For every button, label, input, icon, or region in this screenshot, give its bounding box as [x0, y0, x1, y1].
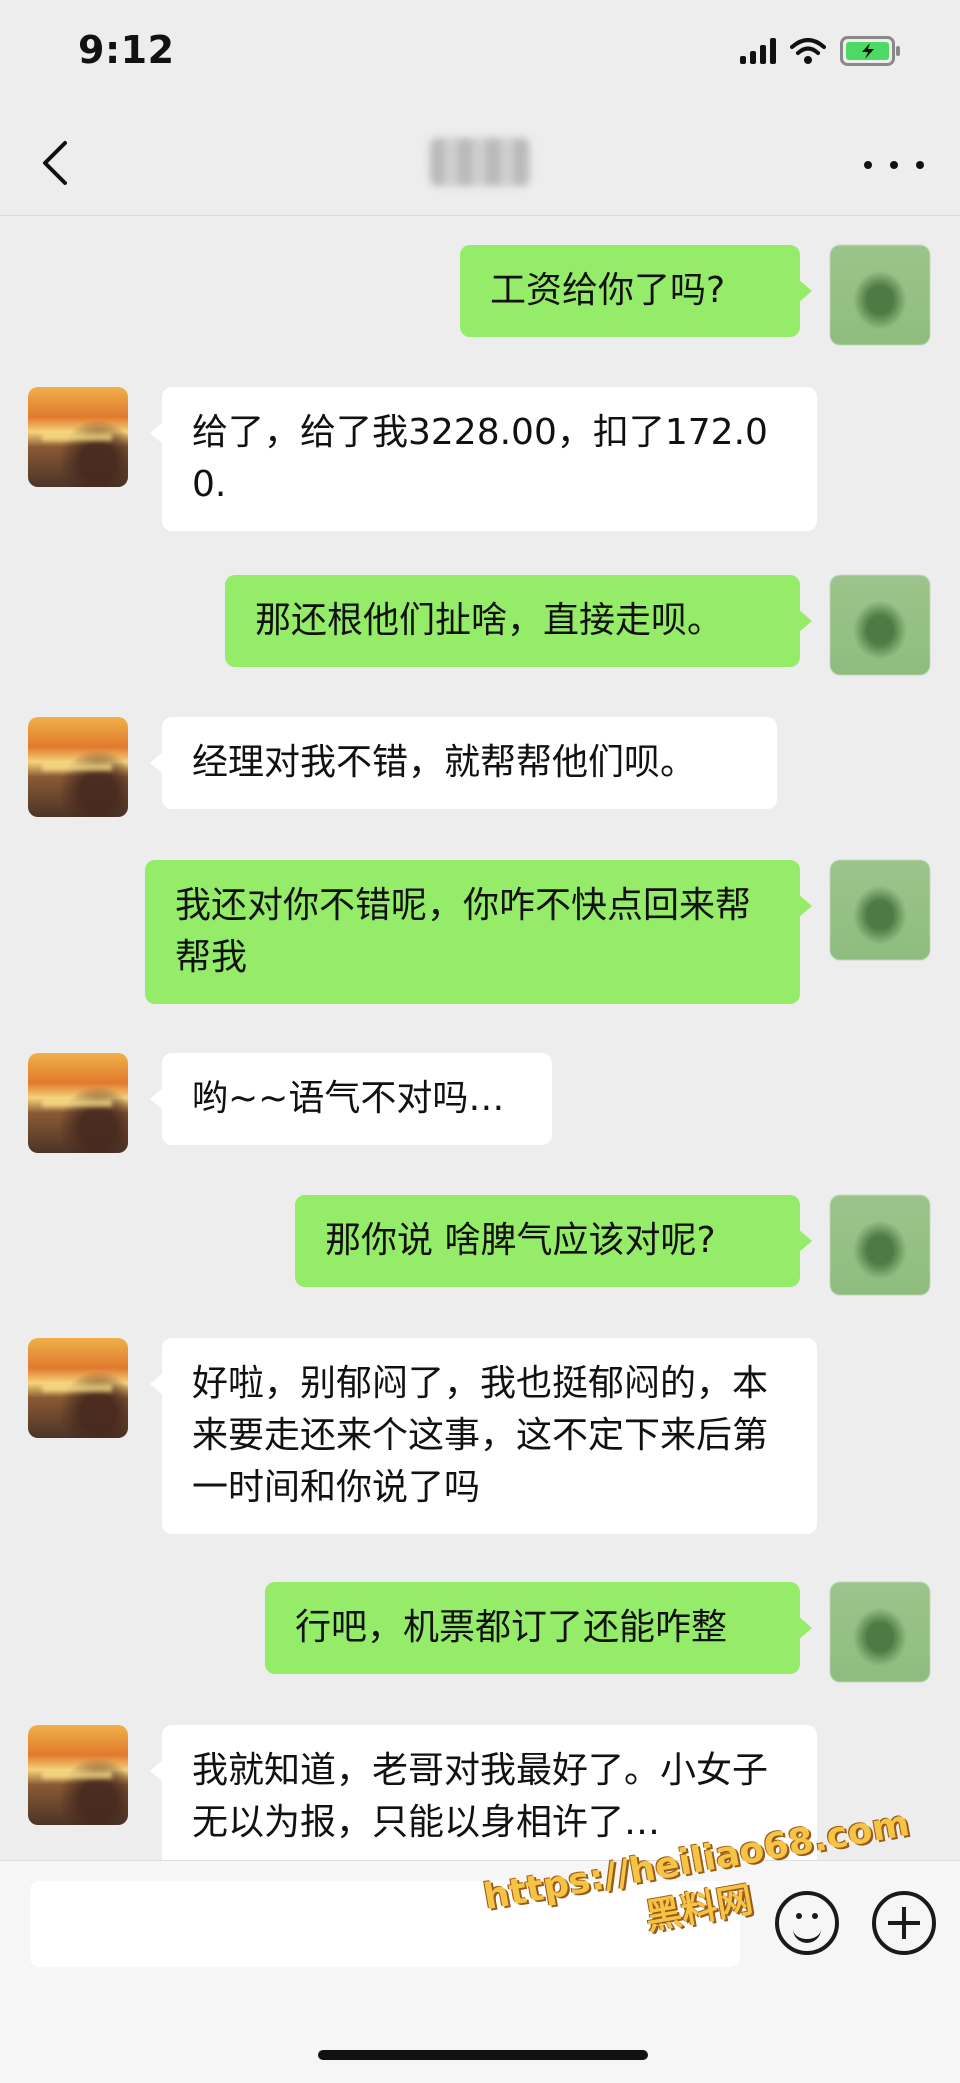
contact-avatar[interactable] — [28, 717, 128, 817]
message-list[interactable]: 工资给你了吗? 给了，给了我3228.00，扣了172.00. 那还根他们扯啥，… — [0, 215, 960, 1860]
back-button[interactable] — [30, 138, 80, 188]
more-dot — [864, 161, 872, 169]
emoji-mouth — [793, 1925, 821, 1943]
home-indicator — [318, 2050, 648, 2060]
message-bubble-sent[interactable]: 那还根他们扯啥，直接走呗。 — [225, 575, 812, 667]
battery-icon — [840, 36, 902, 66]
my-avatar[interactable] — [830, 1582, 930, 1682]
chat-title-blurred — [430, 138, 530, 186]
my-avatar[interactable] — [830, 860, 930, 960]
message-bubble-sent[interactable]: 那你说 啥脾气应该对呢? — [295, 1195, 812, 1287]
message-bubble-received[interactable]: 好啦，别郁闷了，我也挺郁闷的，本来要走还来个这事，这不定下来后第一时间和你说了吗 — [150, 1338, 817, 1534]
status-time: 9:12 — [78, 28, 175, 72]
contact-avatar[interactable] — [28, 1725, 128, 1825]
more-button[interactable] — [864, 150, 924, 180]
more-dot — [916, 161, 924, 169]
message-bubble-received[interactable]: 哟~~语气不对吗… — [150, 1053, 552, 1145]
status-bar: 9:12 — [0, 0, 960, 110]
my-avatar[interactable] — [830, 1195, 930, 1295]
chat-header — [0, 110, 960, 216]
message-bubble-sent[interactable]: 行吧，机票都订了还能咋整 — [265, 1582, 812, 1674]
wifi-icon — [790, 37, 826, 65]
chevron-left-icon — [43, 141, 67, 185]
cellular-signal-icon — [740, 38, 776, 64]
message-bubble-sent[interactable]: 我还对你不错呢，你咋不快点回来帮帮我 — [145, 860, 812, 1004]
message-bubble-sent[interactable]: 工资给你了吗? — [460, 245, 812, 337]
more-dot — [890, 161, 898, 169]
contact-avatar[interactable] — [28, 387, 128, 487]
message-bubble-received[interactable]: 给了，给了我3228.00，扣了172.00. — [150, 387, 817, 531]
my-avatar[interactable] — [830, 245, 930, 345]
status-icons — [740, 36, 902, 66]
message-bubble-received[interactable]: 经理对我不错，就帮帮他们呗。 — [150, 717, 777, 809]
emoji-eye — [812, 1913, 818, 1919]
my-avatar[interactable] — [830, 575, 930, 675]
contact-avatar[interactable] — [28, 1338, 128, 1438]
contact-avatar[interactable] — [28, 1053, 128, 1153]
